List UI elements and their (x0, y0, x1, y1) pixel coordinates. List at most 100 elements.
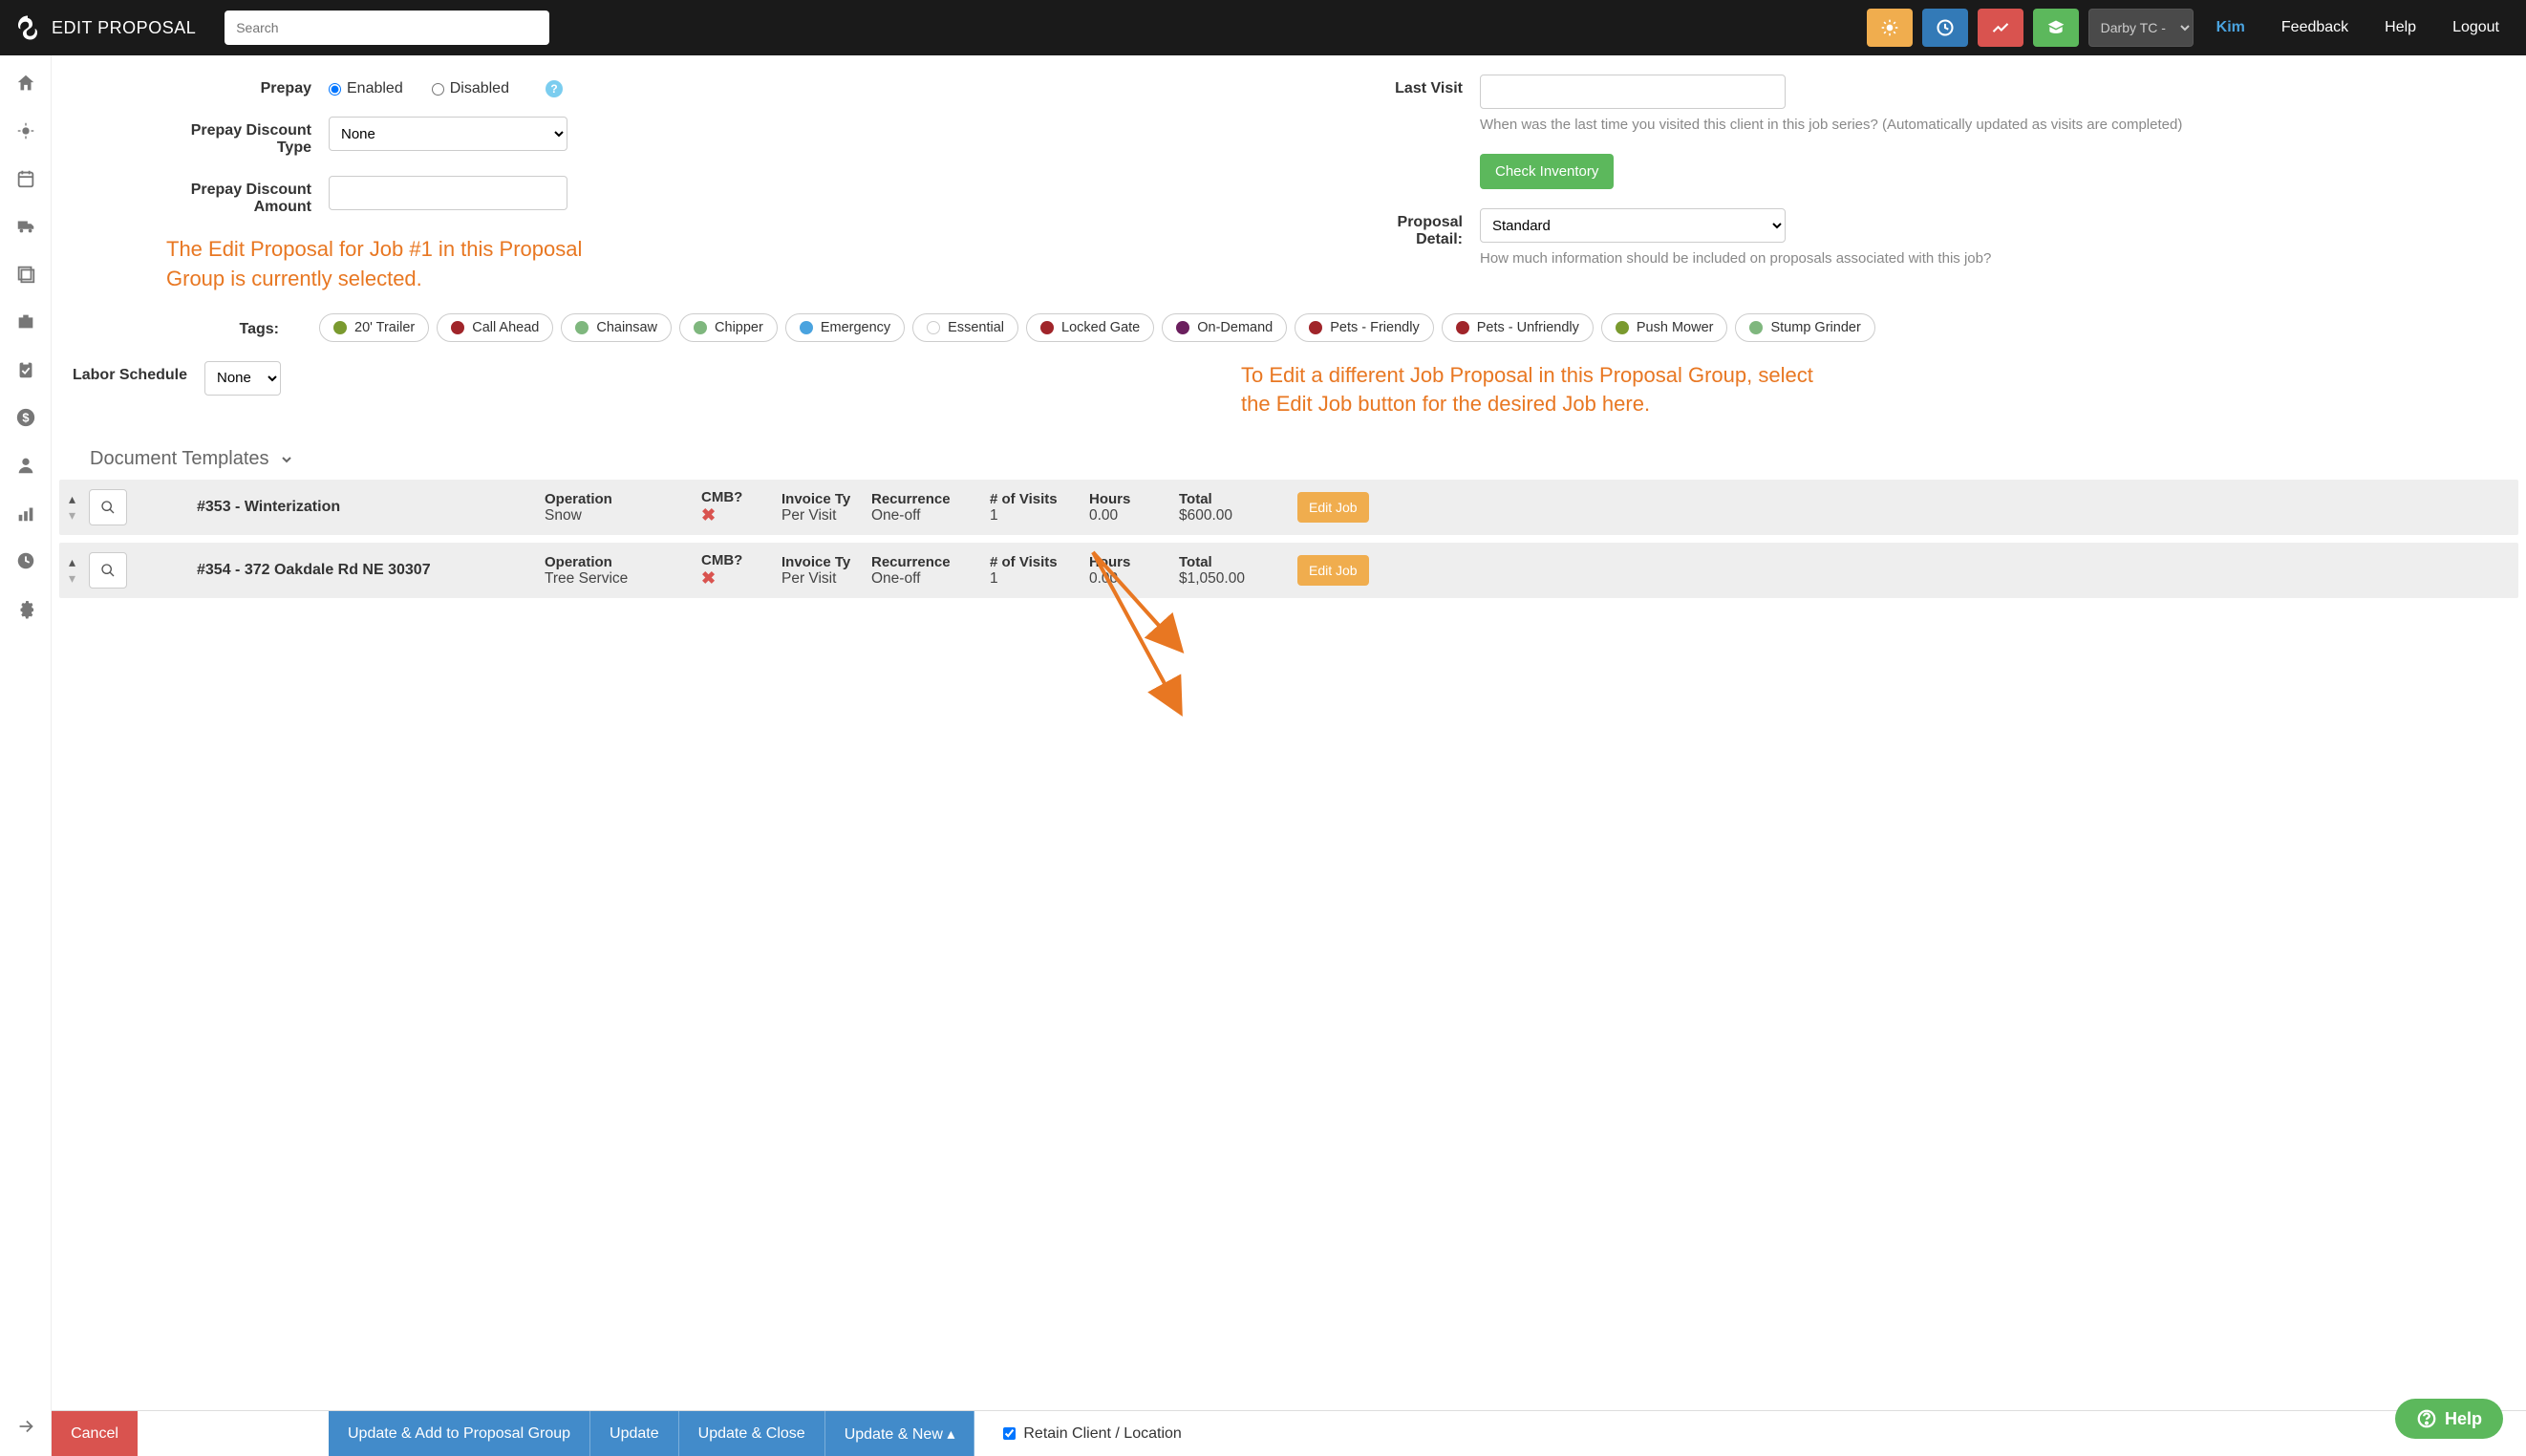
edit-job-button[interactable]: Edit Job (1297, 555, 1369, 586)
tag-label: 20' Trailer (354, 320, 415, 335)
operation-label: Operation (545, 554, 697, 570)
prepay-label: Prepay (166, 75, 329, 97)
help-bubble[interactable]: Help (2395, 1399, 2503, 1439)
discount-type-select[interactable]: None (329, 117, 567, 151)
job-title: #354 - 372 Oakdale Rd NE 30307 (197, 562, 541, 579)
total-label: Total (1179, 554, 1294, 570)
clock-button[interactable] (1922, 9, 1968, 47)
last-visit-input[interactable] (1480, 75, 1786, 109)
discount-amount-input[interactable] (329, 176, 567, 210)
logout-link[interactable]: Logout (2439, 19, 2513, 36)
prepay-enabled-radio[interactable]: Enabled (329, 80, 403, 97)
total-value: $1,050.00 (1179, 570, 1294, 588)
update-add-button[interactable]: Update & Add to Proposal Group (329, 1411, 590, 1456)
edit-job-button[interactable]: Edit Job (1297, 492, 1369, 523)
graduation-button[interactable] (2033, 9, 2079, 47)
tag-label: Call Ahead (472, 320, 539, 335)
tag-pill[interactable]: Stump Grinder (1735, 313, 1874, 342)
tags-label: Tags: (166, 313, 319, 338)
tag-pill[interactable]: Pets - Friendly (1295, 313, 1433, 342)
invoice-label: Invoice Ty (781, 491, 867, 507)
tag-dot-icon (927, 321, 940, 334)
help-link[interactable]: Help (2371, 19, 2430, 36)
tag-dot-icon (1456, 321, 1469, 334)
proposal-detail-label: Proposal Detail: (1356, 208, 1480, 248)
prepay-disabled-radio[interactable]: Disabled (432, 80, 509, 97)
view-job-button[interactable] (89, 489, 127, 525)
calendar-icon[interactable] (15, 168, 36, 189)
tag-dot-icon (451, 321, 464, 334)
recurrence-value: One-off (871, 570, 986, 588)
discount-type-label: Prepay Discount Type (166, 117, 329, 157)
move-down-icon[interactable]: ▾ (69, 507, 75, 524)
tag-dot-icon (1749, 321, 1763, 334)
move-down-icon[interactable]: ▾ (69, 570, 75, 587)
proposal-detail-select[interactable]: Standard (1480, 208, 1786, 243)
move-up-icon[interactable]: ▴ (69, 554, 75, 570)
tag-pill[interactable]: Push Mower (1601, 313, 1728, 342)
move-up-icon[interactable]: ▴ (69, 491, 75, 507)
collapse-icon[interactable] (15, 1416, 36, 1437)
tag-label: Emergency (821, 320, 890, 335)
labor-schedule-select[interactable]: None (204, 361, 281, 396)
tag-pill[interactable]: On-Demand (1162, 313, 1287, 342)
library-icon[interactable] (15, 264, 36, 285)
invoice-value: Per Visit (781, 570, 867, 588)
sun-button[interactable] (1867, 9, 1913, 47)
tag-label: Locked Gate (1061, 320, 1140, 335)
operation-label: Operation (545, 491, 697, 507)
settings-icon[interactable] (15, 598, 36, 619)
tag-label: Chainsaw (596, 320, 657, 335)
retain-checkbox[interactable]: Retain Client / Location (974, 1411, 1181, 1456)
chart-button[interactable] (1978, 9, 2023, 47)
check-inventory-button[interactable]: Check Inventory (1480, 154, 1614, 189)
tag-pill[interactable]: Emergency (785, 313, 905, 342)
visits-label: # of Visits (990, 491, 1085, 507)
tag-pill[interactable]: Chainsaw (561, 313, 672, 342)
last-visit-help: When was the last time you visited this … (1480, 115, 2488, 135)
truck-icon[interactable] (15, 216, 36, 237)
update-button[interactable]: Update (590, 1411, 679, 1456)
weather-icon[interactable] (15, 120, 36, 141)
svg-text:$: $ (22, 411, 29, 425)
update-new-button[interactable]: Update & New ▴ (825, 1411, 975, 1456)
clipboard-check-icon[interactable] (15, 359, 36, 380)
document-templates-toggle[interactable]: Document Templates (90, 448, 2526, 470)
bar-chart-icon[interactable] (15, 503, 36, 524)
tag-pill[interactable]: Essential (912, 313, 1018, 342)
tag-dot-icon (1176, 321, 1189, 334)
person-icon[interactable] (15, 455, 36, 476)
visits-value: 1 (990, 570, 1085, 588)
operation-value: Tree Service (545, 570, 697, 588)
briefcase-icon[interactable] (15, 311, 36, 332)
feedback-link[interactable]: Feedback (2268, 19, 2362, 36)
hours-label: Hours (1089, 491, 1175, 507)
invoice-label: Invoice Ty (781, 554, 867, 570)
tag-dot-icon (1309, 321, 1322, 334)
total-value: $600.00 (1179, 507, 1294, 525)
clock-icon[interactable] (15, 550, 36, 571)
page-title: EDIT PROPOSAL (52, 18, 196, 38)
recurrence-value: One-off (871, 507, 986, 525)
job-title: #353 - Winterization (197, 499, 541, 516)
home-icon[interactable] (15, 73, 36, 94)
tag-dot-icon (1040, 321, 1054, 334)
help-bubble-icon (2416, 1408, 2437, 1429)
money-icon[interactable]: $ (15, 407, 36, 428)
cancel-button[interactable]: Cancel (52, 1411, 138, 1456)
discount-amount-label: Prepay Discount Amount (166, 176, 329, 216)
tag-label: Chipper (715, 320, 763, 335)
search-input[interactable] (225, 11, 549, 45)
org-selector[interactable]: Darby TC - Ki (2088, 9, 2194, 47)
tag-pill[interactable]: Chipper (679, 313, 778, 342)
user-link[interactable]: Kim (2203, 19, 2258, 36)
tag-pill[interactable]: 20' Trailer (319, 313, 429, 342)
tag-pill[interactable]: Locked Gate (1026, 313, 1154, 342)
visits-label: # of Visits (990, 554, 1085, 570)
tag-pill[interactable]: Call Ahead (437, 313, 553, 342)
prepay-help-icon[interactable]: ? (546, 80, 563, 97)
tag-dot-icon (800, 321, 813, 334)
update-close-button[interactable]: Update & Close (679, 1411, 825, 1456)
view-job-button[interactable] (89, 552, 127, 589)
tag-pill[interactable]: Pets - Unfriendly (1442, 313, 1594, 342)
